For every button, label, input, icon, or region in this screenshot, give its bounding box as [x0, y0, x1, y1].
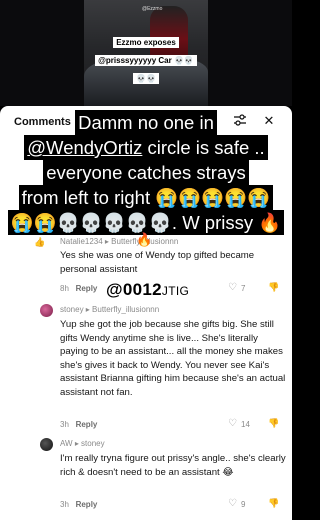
dislike-icon[interactable]: 👎 — [268, 498, 279, 509]
comment-meta: 3h Reply — [60, 420, 97, 429]
comment-text: Yup she got the job because she gifts bi… — [60, 319, 286, 398]
heart-icon[interactable]: ♡ — [228, 418, 237, 429]
avatar[interactable] — [40, 438, 53, 451]
reply-button[interactable]: Reply — [76, 284, 98, 293]
comment-author[interactable]: stoney ▸ Butterfly_illusionnn — [60, 305, 159, 314]
overlay-line: from left to right 😭😭😭😭😭 — [18, 185, 274, 210]
video-caption-line: Ezzmo exposes — [113, 37, 179, 48]
heart-icon[interactable]: ♡ — [228, 282, 237, 293]
comment-author[interactable]: AW ▸ stoney — [60, 439, 105, 448]
comment-meta: 3h Reply — [60, 500, 97, 509]
comment-author[interactable]: Natalie1234 ▸ Butterfly_illusionnn — [60, 237, 178, 246]
overlay-text: circle is safe .. — [142, 137, 265, 158]
dislike-icon[interactable]: 👎 — [268, 282, 279, 293]
reply-button[interactable]: Reply — [76, 500, 98, 509]
comment-time: 3h — [60, 420, 69, 429]
creator-tag-handle: @0012 — [106, 280, 162, 299]
comment-time: 8h — [60, 284, 69, 293]
comment-time: 3h — [60, 500, 69, 509]
overlay-mention[interactable]: @WendyOrtiz — [27, 137, 142, 158]
like-count: 9 — [241, 500, 246, 509]
screen: @Ezzmo Ezzmo exposes @prisssyyyyyy Car 💀… — [0, 0, 292, 520]
overlay-line: everyone catches strays — [43, 160, 249, 185]
comment-text: I'm really tryna figure out prissy's ang… — [60, 453, 286, 478]
video-watermark: @Ezzmo — [142, 6, 163, 12]
video-player[interactable]: @Ezzmo Ezzmo exposes @prisssyyyyyy Car 💀… — [0, 0, 292, 106]
creator-tag-suffix: JTIG — [161, 284, 190, 298]
overlay-line: @WendyOrtiz circle is safe .. — [24, 135, 268, 160]
heart-icon[interactable]: ♡ — [228, 498, 237, 509]
comment-text: Yes she was one of Wendy top gifted beca… — [60, 250, 255, 275]
creator-tag: @0012JTIG — [106, 280, 190, 300]
video-caption-line: @prisssyyyyyy Car 💀💀 — [95, 55, 197, 66]
dislike-icon[interactable]: 👎 — [268, 418, 279, 429]
fire-emoji: 🔥 — [136, 232, 153, 247]
like-count: 7 — [241, 284, 246, 293]
comment-meta: 8h Reply — [60, 284, 97, 293]
reply-button[interactable]: Reply — [76, 420, 98, 429]
overlay-caption: Damm no one in @WendyOrtiz circle is saf… — [6, 110, 286, 235]
video-caption-line: 💀💀 — [133, 73, 159, 84]
avatar[interactable] — [40, 304, 53, 317]
overlay-line: Damm no one in — [75, 110, 217, 135]
video-caption: Ezzmo exposes @prisssyyyyyy Car 💀💀 💀💀 — [91, 32, 201, 86]
thumbs-icon: 👍 — [34, 237, 46, 247]
like-count: 14 — [241, 420, 250, 429]
